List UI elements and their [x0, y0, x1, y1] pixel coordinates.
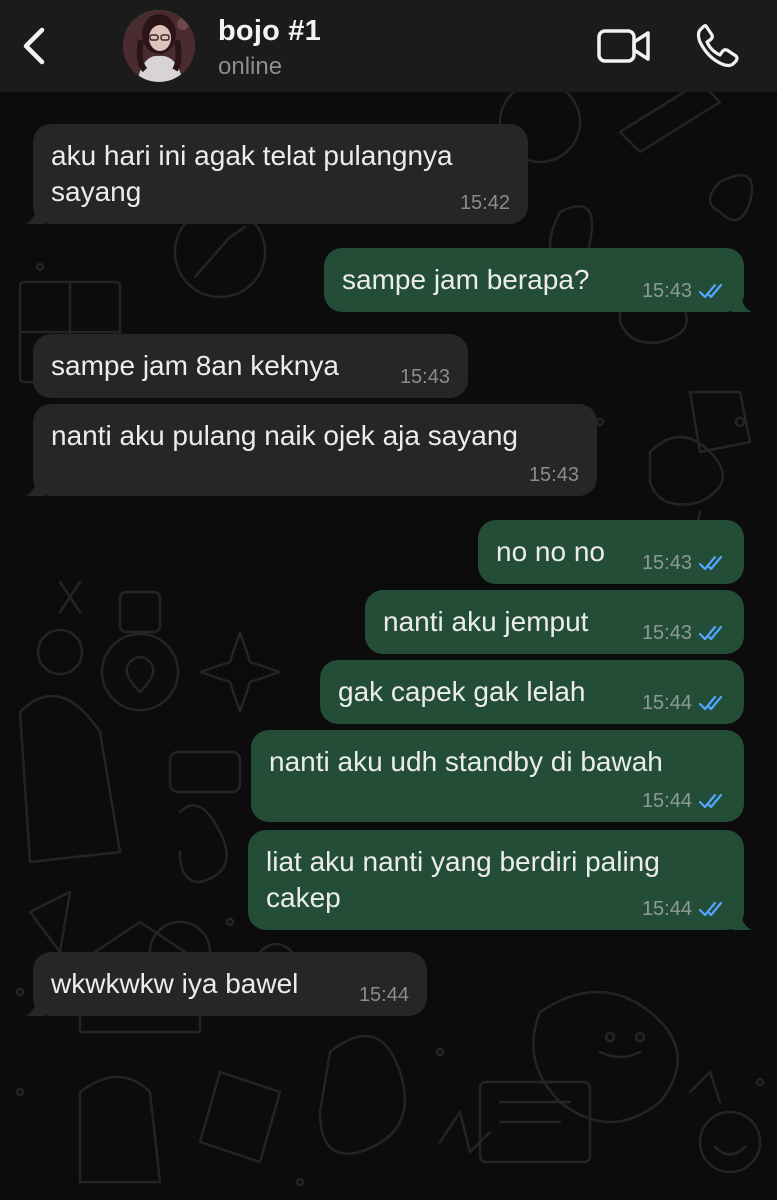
message-time: 15:43 [399, 366, 450, 388]
double-check-icon [698, 625, 723, 641]
message-incoming[interactable]: aku hari ini agak telat pulangnya sayang… [25, 124, 528, 224]
chevron-left-icon [23, 27, 45, 65]
message-time: 15:42 [459, 192, 510, 214]
message-outgoing[interactable]: nanti aku udh standby di bawah 15:44 [251, 730, 744, 822]
contact-name[interactable]: bojo #1 [218, 15, 321, 48]
video-camera-icon [597, 29, 650, 63]
message-time: 15:43 [641, 552, 692, 574]
bubble-tail [25, 204, 45, 224]
message-outgoing[interactable]: sampe jam berapa? 15:43 [324, 248, 752, 312]
voice-call-button[interactable] [694, 22, 740, 68]
message-time: 15:44 [358, 984, 409, 1006]
bubble-tail [25, 476, 45, 496]
message-outgoing[interactable]: liat aku nanti yang berdiri paling cakep… [248, 830, 752, 930]
double-check-icon [698, 901, 723, 917]
message-incoming[interactable]: nanti aku pulang naik ojek aja sayang 15… [25, 404, 597, 496]
message-text: sampe jam 8an keknya [51, 350, 339, 381]
message-time: 15:44 [641, 898, 692, 920]
message-outgoing[interactable]: nanti aku jemput 15:43 [365, 590, 744, 654]
avatar-photo [123, 10, 195, 82]
message-incoming[interactable]: wkwkwkw iya bawel 15:44 [25, 952, 427, 1016]
back-button[interactable] [14, 24, 54, 68]
chat-header: bojo #1 online [0, 0, 777, 92]
double-check-icon [698, 555, 723, 571]
message-time: 15:44 [641, 790, 692, 812]
message-incoming[interactable]: sampe jam 8an keknya 15:43 [33, 334, 468, 398]
message-text: liat aku nanti yang berdiri paling cakep [266, 846, 660, 913]
chat-area[interactable]: aku hari ini agak telat pulangnya sayang… [0, 92, 777, 1200]
avatar[interactable] [123, 10, 195, 82]
message-text: nanti aku pulang naik ojek aja sayang [51, 420, 519, 451]
bubble-tail [25, 996, 45, 1016]
message-time: 15:43 [528, 464, 579, 486]
double-check-icon [698, 695, 723, 711]
double-check-icon [698, 283, 723, 299]
contact-status: online [218, 53, 283, 80]
double-check-icon [698, 793, 723, 809]
message-text: gak capek gak lelah [338, 676, 586, 707]
message-text: nanti aku udh standby di bawah [269, 746, 663, 777]
message-text: no no no [496, 536, 605, 567]
phone-icon [696, 24, 739, 68]
message-text: nanti aku jemput [383, 606, 589, 637]
bubble-tail [732, 292, 752, 312]
message-text: sampe jam berapa? [342, 264, 590, 295]
message-outgoing[interactable]: gak capek gak lelah 15:44 [320, 660, 744, 724]
message-time: 15:43 [641, 280, 692, 302]
message-time: 15:43 [641, 622, 692, 644]
message-text: wkwkwkw iya bawel [51, 968, 299, 999]
message-time: 15:44 [641, 692, 692, 714]
message-outgoing[interactable]: no no no 15:43 [478, 520, 744, 584]
video-call-button[interactable] [596, 26, 652, 66]
bubble-tail [732, 910, 752, 930]
message-text: aku hari ini agak telat pulangnya sayang [51, 140, 453, 207]
